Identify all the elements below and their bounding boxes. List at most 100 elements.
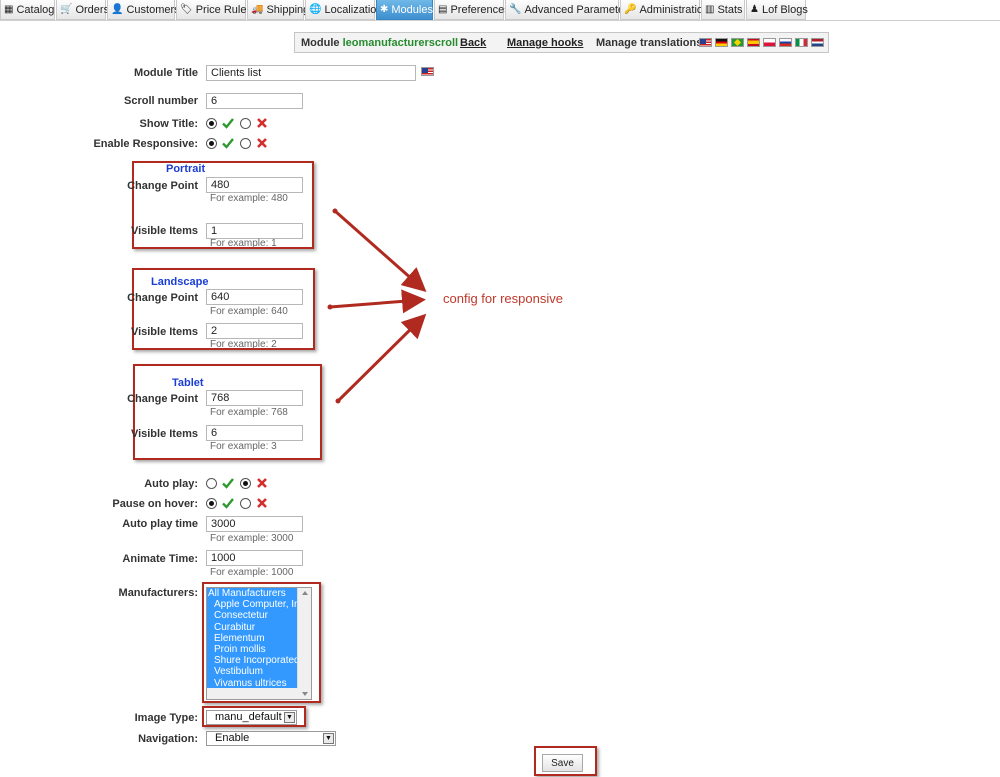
tab-shipping[interactable]: 🚚 Shipping: [247, 0, 309, 20]
tab-lof-blogs[interactable]: ♟ Lof Blogs: [746, 0, 808, 20]
flag-us-icon[interactable]: [421, 67, 434, 76]
tab-label: Administration: [639, 3, 710, 16]
scroll-up-icon[interactable]: [302, 591, 308, 595]
animate-time-input[interactable]: [206, 550, 303, 566]
scroll-number-input[interactable]: [206, 93, 303, 109]
animate-time-label: Animate Time:: [122, 553, 198, 565]
flag-it-icon[interactable]: [795, 38, 808, 47]
flag-nl-icon[interactable]: [811, 38, 824, 47]
catalog-icon: ▦: [4, 4, 14, 15]
preferences-icon: ▤: [438, 4, 448, 15]
tablet-change-point-input[interactable]: [206, 390, 303, 406]
tablet-title: Tablet: [172, 377, 204, 389]
module-toolbar: Module leomanufacturerscroll Back Manage…: [294, 32, 829, 53]
portrait-change-point-input[interactable]: [206, 177, 303, 193]
annotation-arrows: [327, 208, 427, 404]
flag-pl-icon[interactable]: [763, 38, 776, 47]
tab-label: Preferences: [450, 3, 510, 16]
show-title-yes-radio[interactable]: [206, 118, 217, 129]
auto-play-time-label: Auto play time: [122, 518, 198, 530]
manufacturer-option[interactable]: Proin mollis: [207, 644, 297, 655]
tablet-change-point-label: Change Point: [127, 393, 198, 405]
chevron-down-icon: ▼: [323, 733, 334, 744]
tablet-visible-items-input[interactable]: [206, 425, 303, 441]
scroll-number-label: Scroll number: [124, 95, 198, 107]
tab-localization[interactable]: 🌐 Localization: [305, 0, 383, 20]
manufacturer-option[interactable]: Shure Incorporated: [207, 655, 297, 666]
cross-icon: [257, 138, 267, 148]
save-button[interactable]: Save: [542, 754, 583, 772]
manufacturer-option[interactable]: Curabitur: [207, 622, 297, 633]
enable-responsive-yes-radio[interactable]: [206, 138, 217, 149]
check-icon: [222, 478, 234, 489]
tab-advanced-parameters[interactable]: 🔧 Advanced Parameters: [505, 0, 633, 20]
tab-label: Shipping: [266, 3, 310, 16]
pause-on-hover-no-radio[interactable]: [240, 498, 251, 509]
tablet-visible-items-hint: For example: 3: [210, 441, 277, 452]
manufacturer-option[interactable]: Elementum: [207, 633, 297, 644]
auto-play-no-radio[interactable]: [240, 478, 251, 489]
tab-orders[interactable]: 🛒 Orders: [56, 0, 110, 20]
flag-es-icon[interactable]: [747, 38, 760, 47]
manage-hooks-link[interactable]: Manage hooks: [507, 37, 583, 49]
landscape-change-point-hint: For example: 640: [210, 306, 288, 317]
manufacturers-multiselect[interactable]: All Manufacturers Apple Computer, Inc Co…: [206, 587, 312, 700]
flag-de-icon[interactable]: [715, 38, 728, 47]
auto-play-label: Auto play:: [144, 478, 198, 490]
flag-br-icon[interactable]: [731, 38, 744, 47]
tab-label: Orders: [75, 3, 110, 16]
tab-administration[interactable]: 🔑 Administration: [620, 0, 709, 20]
landscape-arrow: [329, 289, 426, 314]
manufacturer-option[interactable]: All Manufacturers: [207, 588, 297, 599]
portrait-visible-items-hint: For example: 1: [210, 238, 277, 249]
tab-modules[interactable]: ✱ Modules: [376, 0, 433, 20]
manufacturer-option[interactable]: Apple Computer, Inc: [207, 599, 297, 610]
manufacturer-option[interactable]: Vivamus ultrices: [207, 678, 297, 689]
landscape-visible-items-input[interactable]: [206, 323, 303, 339]
tab-label: Lof Blogs: [761, 3, 808, 16]
scroll-arrows: [302, 591, 308, 696]
tab-label: Stats: [717, 3, 743, 16]
navigation-label: Navigation:: [138, 733, 198, 745]
tablet-visible-items-label: Visible Items: [130, 428, 198, 440]
image-type-label: Image Type:: [134, 712, 198, 724]
scroll-down-icon[interactable]: [302, 692, 308, 696]
puzzle-icon: ✱: [380, 4, 389, 15]
module-title-input[interactable]: [206, 65, 416, 81]
show-title-no-radio[interactable]: [240, 118, 251, 129]
portrait-visible-items-input[interactable]: [206, 223, 303, 239]
image-type-select[interactable]: manu_default ▼: [206, 710, 297, 725]
portrait-change-point-hint: For example: 480: [210, 193, 288, 204]
globe-icon: 🌐: [309, 4, 322, 15]
chevron-down-icon: ▼: [284, 712, 295, 723]
landscape-change-point-input[interactable]: [206, 289, 303, 305]
navigation-select[interactable]: Enable ▼: [206, 731, 336, 746]
back-link[interactable]: Back: [460, 37, 486, 49]
enable-responsive-label: Enable Responsive:: [93, 138, 198, 150]
enable-responsive-no-radio[interactable]: [240, 138, 251, 149]
tab-price-rules[interactable]: 🏷 Price Rules: [176, 0, 252, 20]
flag-ru-icon[interactable]: [779, 38, 792, 47]
tablet-change-point-hint: For example: 768: [210, 407, 288, 418]
auto-play-yes-radio[interactable]: [206, 478, 217, 489]
animate-time-hint: For example: 1000: [210, 567, 294, 578]
flag-us-icon[interactable]: [699, 38, 712, 47]
pause-on-hover-yes-radio[interactable]: [206, 498, 217, 509]
top-nav-tabs: ▦ Catalog 🛒 Orders 👤 Customers 🏷 Price R…: [0, 0, 1000, 21]
annotation-text: config for responsive: [443, 291, 563, 306]
truck-icon: 🚚: [251, 4, 264, 15]
tab-catalog[interactable]: ▦ Catalog: [0, 0, 55, 20]
tab-stats[interactable]: ▥ Stats: [701, 0, 745, 20]
wrench-icon: 🔧: [509, 4, 522, 15]
horizontal-scrollbar[interactable]: [207, 688, 298, 699]
auto-play-time-input[interactable]: [206, 516, 303, 532]
tab-label: Customers: [126, 3, 180, 16]
image-type-value: manu_default: [215, 711, 282, 723]
manage-translations-label: Manage translations: [596, 37, 703, 49]
tab-customers[interactable]: 👤 Customers: [107, 0, 180, 20]
tab-preferences[interactable]: ▤ Preferences: [434, 0, 510, 20]
vertical-scrollbar[interactable]: [297, 588, 311, 699]
manufacturer-option[interactable]: Consectetur: [207, 610, 297, 621]
manufacturer-option[interactable]: Vestibulum: [207, 666, 297, 677]
portrait-title: Portrait: [166, 163, 206, 175]
